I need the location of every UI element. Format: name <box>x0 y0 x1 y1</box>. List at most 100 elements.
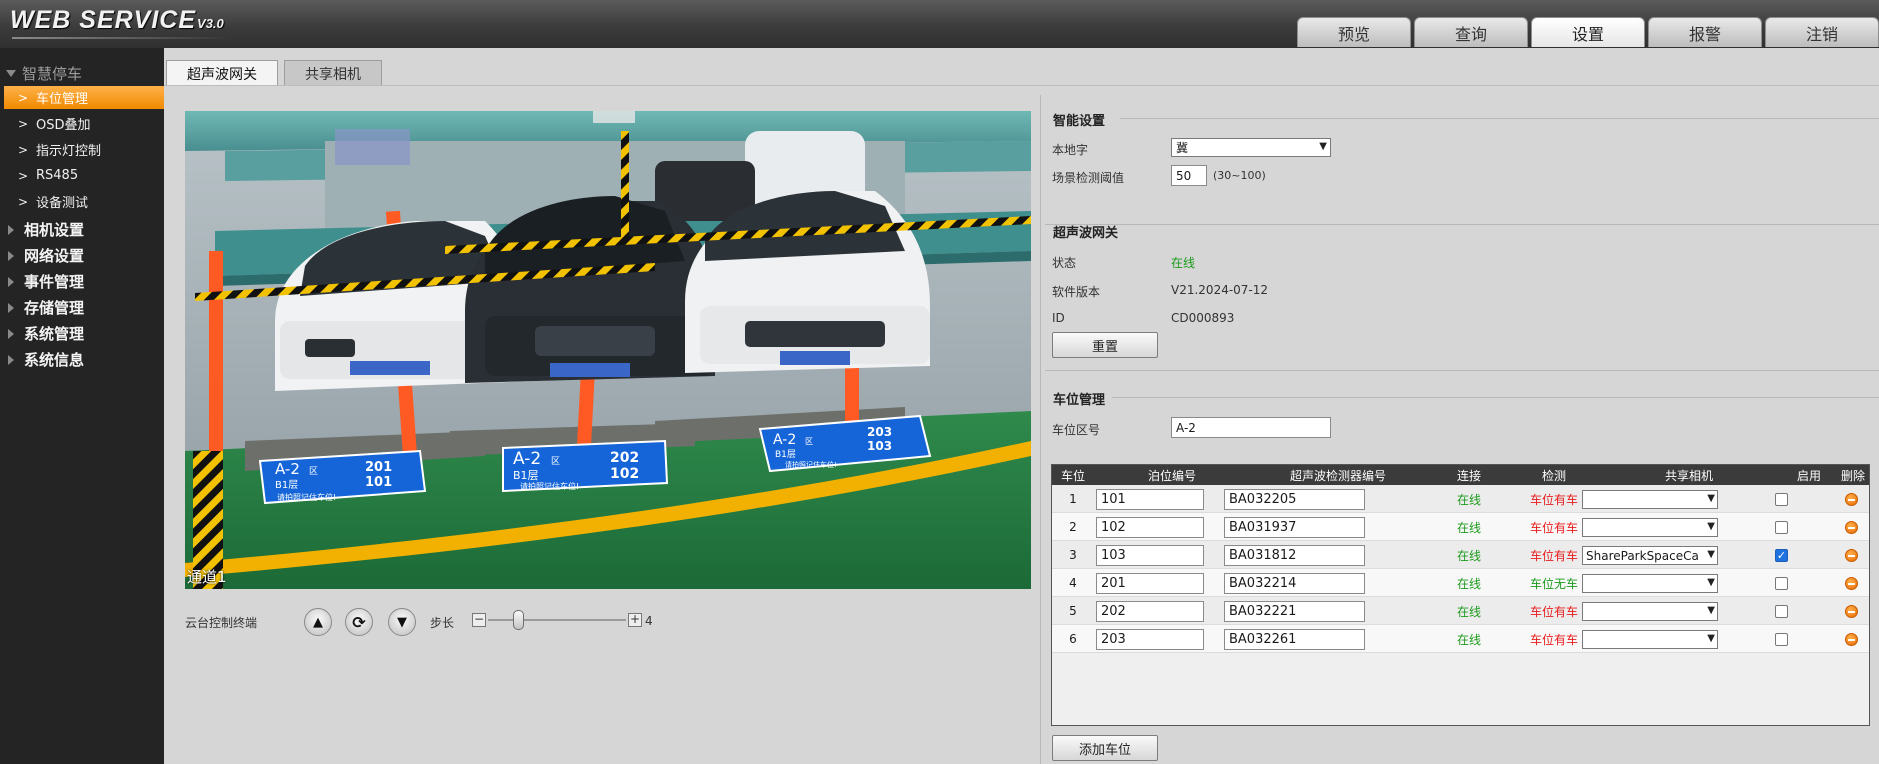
berth-number-input[interactable]: 103 <box>1096 545 1204 566</box>
enable-checkbox[interactable] <box>1775 493 1788 506</box>
table-header: 车位 泊位编号 超声波检测器编号 连接 检测 共享相机 启用 删除 <box>1052 465 1869 485</box>
threshold-input[interactable]: 50 <box>1171 165 1207 186</box>
delete-icon[interactable] <box>1845 633 1858 646</box>
sidebar-item-space-management[interactable]: > 车位管理 <box>4 86 164 109</box>
delete-icon[interactable] <box>1845 577 1858 590</box>
detector-id-input[interactable]: BA032205 <box>1224 489 1365 510</box>
shared-camera-select[interactable]: ▼ <box>1582 518 1718 537</box>
zone-number-input[interactable]: A-2 <box>1171 417 1331 438</box>
chevron-right-icon: > <box>18 142 29 157</box>
nav-tab-preview[interactable]: 预览 <box>1297 17 1411 47</box>
version-label: 软件版本 <box>1052 285 1101 299</box>
svg-text:请拍照记住车位!: 请拍照记住车位! <box>520 481 579 491</box>
zone-number-label: 车位区号 <box>1052 423 1101 437</box>
detector-id-input[interactable]: BA032261 <box>1224 629 1365 650</box>
svg-text:A-2: A-2 <box>773 432 796 448</box>
collapsed-triangle-icon <box>8 276 14 287</box>
delete-icon[interactable] <box>1845 605 1858 618</box>
berth-number-input[interactable]: 101 <box>1096 489 1204 510</box>
berth-number-input[interactable]: 203 <box>1096 629 1204 650</box>
sidebar-group-label: 系统信息 <box>24 351 85 369</box>
ptz-down-button[interactable]: ▼ <box>388 608 416 636</box>
delete-icon[interactable] <box>1845 493 1858 506</box>
connection-status: 在线 <box>1456 520 1481 535</box>
gateway-title: 超声波网关 <box>1053 226 1119 241</box>
table-row: 1 101 BA032205 在线 车位有车 ▼ <box>1052 485 1869 513</box>
enable-checkbox[interactable] <box>1775 577 1788 590</box>
sidebar-group-camera-settings[interactable]: 相机设置 <box>6 219 84 240</box>
enable-checkbox[interactable] <box>1775 633 1788 646</box>
sidebar-item-rs485[interactable]: > RS485 <box>4 164 164 187</box>
svg-text:B1层: B1层 <box>775 449 796 460</box>
delete-icon[interactable] <box>1845 521 1858 534</box>
shared-camera-select[interactable]: ▼ <box>1582 630 1718 649</box>
detector-id-input[interactable]: BA031937 <box>1224 517 1365 538</box>
enable-checkbox[interactable]: ✓ <box>1775 549 1788 562</box>
collapsed-triangle-icon <box>8 224 14 235</box>
connection-status: 在线 <box>1456 632 1481 647</box>
shared-camera-select[interactable]: ▼ <box>1582 490 1718 509</box>
berth-number-input[interactable]: 102 <box>1096 517 1204 538</box>
sidebar-group-system-info[interactable]: 系统信息 <box>6 349 84 370</box>
arrow-down-icon: ▼ <box>397 614 407 630</box>
nav-tab-settings[interactable]: 设置 <box>1531 17 1645 47</box>
enable-checkbox[interactable] <box>1775 521 1788 534</box>
add-space-button[interactable]: 添加车位 <box>1052 735 1158 761</box>
enable-checkbox[interactable] <box>1775 605 1788 618</box>
sidebar-group-network-settings[interactable]: 网络设置 <box>6 245 84 266</box>
sidebar-group-system-management[interactable]: 系统管理 <box>6 323 84 344</box>
ptz-up-button[interactable]: ▲ <box>304 608 332 636</box>
sidebar-item-osd-overlay[interactable]: > OSD叠加 <box>4 112 164 135</box>
refresh-icon: ⟳ <box>352 612 366 632</box>
slider-track <box>488 619 626 621</box>
local-char-label: 本地字 <box>1052 143 1089 157</box>
section-rule <box>1045 224 1879 225</box>
ptz-refresh-button[interactable]: ⟳ <box>345 608 373 636</box>
berth-number-value: 103 <box>1101 548 1126 563</box>
connection-status: 在线 <box>1456 576 1481 591</box>
parking-scene-image: A-2 区 B1层 201 101 请拍照记住车位! A-2 区 B1层 202… <box>185 111 1031 589</box>
channel-label: 通道1 <box>187 568 227 586</box>
detector-id-value: BA031937 <box>1229 520 1297 535</box>
shared-camera-select[interactable]: ▼ <box>1582 574 1718 593</box>
berth-number-input[interactable]: 201 <box>1096 573 1204 594</box>
shared-camera-select[interactable]: ▼ <box>1582 602 1718 621</box>
nav-tab-query[interactable]: 查询 <box>1414 17 1528 47</box>
tab-ultrasonic-gateway[interactable]: 超声波网关 <box>166 60 278 86</box>
detector-id-input[interactable]: BA031812 <box>1224 545 1365 566</box>
svg-text:区: 区 <box>551 456 560 467</box>
svg-text:203: 203 <box>867 425 892 439</box>
detector-id-input[interactable]: BA032214 <box>1224 573 1365 594</box>
table-row: 3 103 BA031812 在线 车位有车 ShareParkSpaceCa ▼ ✓ <box>1052 541 1869 569</box>
sidebar-group-storage-management[interactable]: 存储管理 <box>6 297 84 318</box>
expanded-triangle-icon <box>6 70 16 77</box>
arrow-up-icon: ▲ <box>313 614 323 630</box>
detector-id-input[interactable]: BA032221 <box>1224 601 1365 622</box>
logo-text: WEB SERVICE <box>10 6 197 34</box>
local-char-select[interactable]: 冀 ▼ <box>1171 138 1331 157</box>
chevron-right-icon: > <box>18 194 29 209</box>
sidebar-group-event-management[interactable]: 事件管理 <box>6 271 84 292</box>
shared-camera-value: ShareParkSpaceCa <box>1586 548 1699 563</box>
tab-shared-camera[interactable]: 共享相机 <box>284 60 382 86</box>
panel-divider <box>1040 95 1041 764</box>
step-slider[interactable]: − + <box>472 610 642 630</box>
delete-icon[interactable] <box>1845 549 1858 562</box>
sidebar-section-smart-parking[interactable]: 智慧停车 <box>6 63 82 84</box>
sidebar-item-device-test[interactable]: > 设备测试 <box>4 190 164 213</box>
space-number: 4 <box>1069 576 1077 590</box>
nav-tab-alarm[interactable]: 报警 <box>1648 17 1762 47</box>
nav-tab-logout[interactable]: 注销 <box>1765 17 1879 47</box>
berth-number-input[interactable]: 202 <box>1096 601 1204 622</box>
smart-settings-title: 智能设置 <box>1053 114 1106 129</box>
detector-id-value: BA032205 <box>1229 492 1297 507</box>
step-decrease-button[interactable]: − <box>472 613 486 627</box>
sidebar-item-indicator-control[interactable]: > 指示灯控制 <box>4 138 164 161</box>
camera-live-view[interactable]: A-2 区 B1层 201 101 请拍照记住车位! A-2 区 B1层 202… <box>185 111 1031 589</box>
shared-camera-select[interactable]: ShareParkSpaceCa ▼ <box>1582 546 1718 565</box>
slot-sign-202-102: A-2 区 B1层 202 102 请拍照记住车位! <box>502 439 669 493</box>
step-increase-button[interactable]: + <box>628 613 642 627</box>
table-row: 5 202 BA032221 在线 车位有车 ▼ <box>1052 597 1869 625</box>
slider-thumb[interactable] <box>513 610 525 630</box>
reset-button[interactable]: 重置 <box>1052 332 1158 358</box>
